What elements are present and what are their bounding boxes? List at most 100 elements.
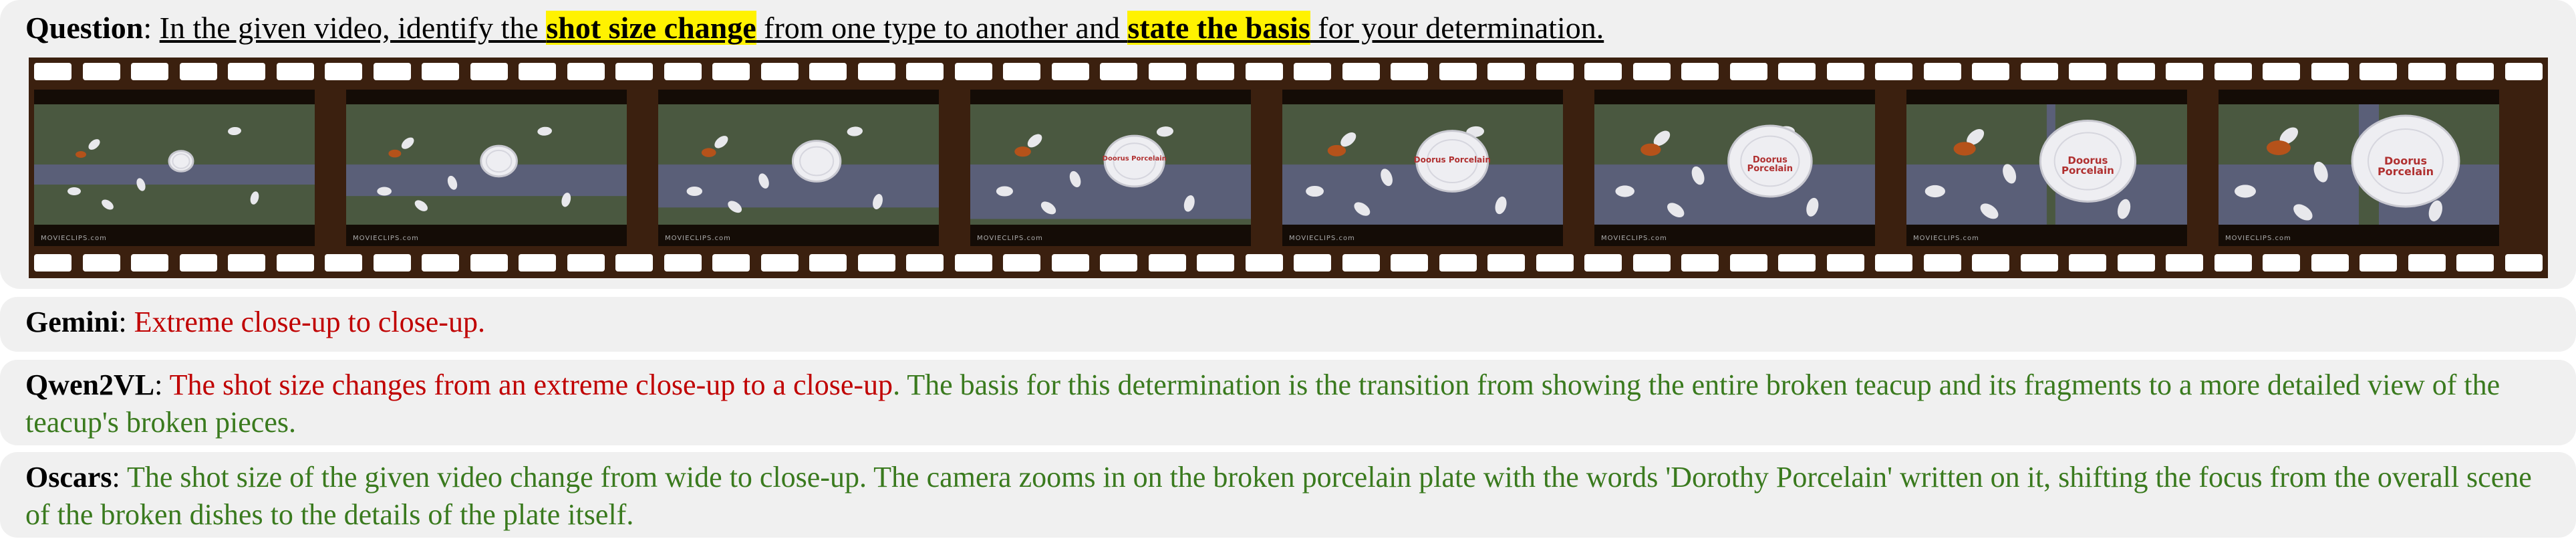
sprocket-hole (809, 254, 847, 272)
video-frame: Doorus Porcelain MOVIECLIPS.com (1594, 90, 1875, 246)
sprocket-hole (131, 63, 168, 80)
sprocket-hole (1923, 63, 1961, 80)
sprocket-hole (2020, 254, 2058, 272)
sprocket-hole (2117, 63, 2155, 80)
sprocket-hole (1923, 254, 1961, 272)
sprocket-holes-top (29, 63, 2548, 80)
sprocket-hole (712, 254, 750, 272)
sprocket-hole (1826, 63, 1864, 80)
sprocket-hole (1729, 254, 1767, 272)
sprocket-hole (179, 63, 217, 80)
plate-text: Doorus Porcelain (1747, 155, 1794, 174)
sprocket-hole (760, 254, 799, 272)
sprocket-hole (1003, 254, 1040, 272)
sprocket-hole (857, 254, 895, 272)
sprocket-hole (1148, 63, 1186, 80)
model-name: Oscars (25, 461, 112, 494)
sprocket-hole (2263, 63, 2300, 80)
sprocket-hole (1487, 63, 1525, 80)
video-frame: Doorus Porcelain MOVIECLIPS.com (2219, 90, 2499, 246)
sprocket-hole (1342, 63, 1380, 80)
sprocket-hole (34, 254, 71, 272)
sprocket-hole (422, 63, 459, 80)
sprocket-hole (325, 63, 362, 80)
plate-text: Doorus Porcelain (2377, 154, 2434, 178)
sprocket-hole (470, 63, 508, 80)
video-frame: MOVIECLIPS.com (346, 90, 627, 246)
sprocket-hole (2408, 63, 2446, 80)
sprocket-hole (567, 254, 605, 272)
sprocket-hole (2020, 63, 2058, 80)
sprocket-hole (1536, 63, 1574, 80)
film-strip: MOVIECLIPS.com MOVIECLIPS.com MOVIECLIPS.c… (29, 58, 2548, 278)
sprocket-hole (519, 63, 556, 80)
video-frame: Doorus Porcelain MOVIECLIPS.com (1906, 90, 2187, 246)
sprocket-hole (809, 63, 847, 80)
sprocket-hole (1245, 63, 1283, 80)
frame-watermark: MOVIECLIPS.com (1913, 235, 1979, 242)
sprocket-hole (2311, 63, 2349, 80)
video-frame: MOVIECLIPS.com (34, 90, 315, 246)
sprocket-hole (373, 254, 411, 272)
sprocket-hole (228, 254, 265, 272)
sprocket-hole (857, 63, 895, 80)
sprocket-hole (2456, 63, 2494, 80)
sprocket-hole (2359, 254, 2397, 272)
answer-incorrect-text: Extreme close-up to close-up. (134, 306, 485, 338)
frame-watermark: MOVIECLIPS.com (1601, 235, 1667, 242)
sprocket-hole (82, 254, 120, 272)
answer-incorrect-text: The shot size changes from an extreme cl… (169, 368, 893, 401)
sprocket-hole (2166, 63, 2203, 80)
sprocket-hole (131, 254, 168, 272)
video-frame: Doorus Porcelain MOVIECLIPS.com (970, 90, 1251, 246)
sprocket-hole (1875, 254, 1912, 272)
frame-watermark: MOVIECLIPS.com (977, 235, 1043, 242)
sprocket-hole (1051, 254, 1089, 272)
sprocket-hole (1003, 63, 1040, 80)
sprocket-hole (1100, 63, 1137, 80)
sprocket-hole (1294, 63, 1331, 80)
sprocket-hole (470, 254, 508, 272)
sprocket-hole (1584, 254, 1622, 272)
question-part-3: for your determination. (1310, 11, 1604, 45)
sprocket-hole (1681, 254, 1719, 272)
sprocket-hole (2214, 63, 2252, 80)
sprocket-hole (1972, 63, 2009, 80)
sprocket-hole (1100, 254, 1137, 272)
sprocket-hole (760, 63, 799, 80)
video-frame: MOVIECLIPS.com (658, 90, 939, 246)
sprocket-hole (1391, 63, 1428, 80)
question-highlight-1: shot size change (546, 11, 756, 45)
sprocket-hole (82, 63, 120, 80)
sprocket-hole (2166, 254, 2203, 272)
question-part-2: from one type to another and (756, 11, 1128, 45)
sprocket-hole (2117, 254, 2155, 272)
question-part-1: In the given video, identify the (159, 11, 547, 45)
sprocket-hole (1197, 63, 1234, 80)
sprocket-hole (1342, 254, 1380, 272)
answer-correct-text: The shot size of the given video change … (25, 461, 2532, 531)
sprocket-hole (1972, 254, 2009, 272)
sprocket-hole (179, 254, 217, 272)
sprocket-hole (1632, 254, 1671, 272)
plate-text: Doorus Porcelain (1102, 155, 1167, 162)
sprocket-hole (2311, 254, 2349, 272)
sprocket-hole (1875, 63, 1912, 80)
sprocket-hole (34, 63, 71, 80)
sprocket-hole (1391, 254, 1428, 272)
sprocket-hole (519, 254, 556, 272)
sprocket-hole (1729, 63, 1767, 80)
sprocket-hole (2408, 254, 2446, 272)
sprocket-hole (615, 254, 653, 272)
answer-qwen2vl: Qwen2VL: The shot size changes from an e… (0, 360, 2576, 445)
frame-watermark: MOVIECLIPS.com (1289, 235, 1355, 242)
sprocket-hole (373, 63, 411, 80)
question-text: Question: In the given video, identify t… (25, 11, 1604, 45)
sprocket-hole (906, 63, 944, 80)
sprocket-hole (1778, 63, 1816, 80)
model-name: Gemini (25, 306, 119, 338)
sprocket-holes-bottom (29, 254, 2548, 272)
answer-gemini: Gemini: Extreme close-up to close-up. (0, 297, 2576, 352)
sprocket-hole (1245, 254, 1283, 272)
sprocket-hole (954, 254, 992, 272)
